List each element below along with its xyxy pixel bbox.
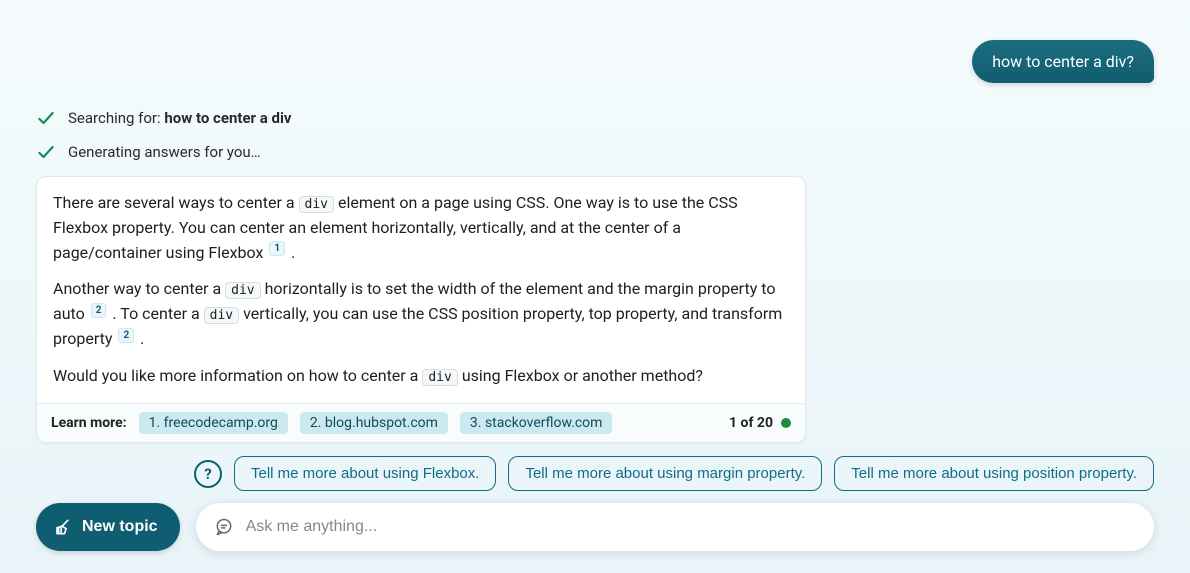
answer-text: There are several ways to center a	[53, 193, 299, 212]
suggestion-row: ? Tell me more about using Flexbox. Tell…	[0, 456, 1190, 491]
status-generating: Generating answers for you…	[36, 142, 1154, 162]
code-div: div	[422, 369, 457, 386]
help-icon[interactable]: ?	[194, 460, 222, 488]
status-searching: Searching for: how to center a div	[36, 108, 1154, 128]
user-message-bubble: how to center a div?	[972, 40, 1154, 83]
answer-body: There are several ways to center a div e…	[37, 177, 805, 403]
answer-text: Would you like more information on how t…	[53, 366, 422, 385]
code-div: div	[204, 307, 239, 324]
searching-query: how to center a div	[164, 109, 291, 127]
answer-paragraph-1: There are several ways to center a div e…	[53, 191, 789, 265]
status-generating-label: Generating answers for you…	[68, 143, 261, 161]
searching-prefix: Searching for:	[68, 109, 164, 127]
answer-card: There are several ways to center a div e…	[36, 176, 806, 443]
chat-icon	[214, 517, 234, 537]
bottom-bar: New topic	[36, 503, 1154, 551]
citation-1[interactable]: 1	[269, 241, 285, 256]
status-dot-icon	[781, 418, 791, 428]
source-link-2[interactable]: 2. blog.hubspot.com	[300, 412, 448, 434]
code-div: div	[299, 196, 334, 213]
status-searching-label: Searching for: how to center a div	[68, 109, 292, 127]
check-icon	[36, 142, 56, 162]
suggestion-3[interactable]: Tell me more about using position proper…	[834, 456, 1154, 491]
answer-text: .	[136, 329, 144, 348]
ask-box[interactable]	[196, 503, 1154, 551]
answer-text: using Flexbox or another method?	[458, 366, 703, 385]
code-div: div	[225, 282, 260, 299]
answer-text: Another way to center a	[53, 279, 225, 298]
answer-paragraph-3: Would you like more information on how t…	[53, 364, 789, 389]
counter-text: 1 of 20	[729, 415, 773, 431]
citation-2[interactable]: 2	[91, 303, 107, 318]
check-icon	[36, 108, 56, 128]
broom-icon	[52, 517, 72, 537]
citation-2[interactable]: 2	[118, 328, 134, 343]
source-link-1[interactable]: 1. freecodecamp.org	[139, 412, 288, 434]
answer-paragraph-2: Another way to center a div horizontally…	[53, 277, 789, 351]
answer-text: . To center a	[108, 304, 203, 323]
new-topic-label: New topic	[82, 518, 158, 536]
answer-counter: 1 of 20	[729, 415, 791, 431]
suggestion-2[interactable]: Tell me more about using margin property…	[508, 456, 822, 491]
user-message-text: how to center a div?	[992, 52, 1134, 71]
answer-text: .	[287, 243, 295, 262]
ask-input[interactable]	[246, 518, 1136, 536]
learn-more-label: Learn more:	[51, 415, 127, 431]
new-topic-button[interactable]: New topic	[36, 503, 180, 551]
answer-footer: Learn more: 1. freecodecamp.org 2. blog.…	[37, 403, 805, 442]
help-glyph: ?	[204, 465, 211, 483]
status-block: Searching for: how to center a div Gener…	[36, 108, 1154, 162]
suggestion-1[interactable]: Tell me more about using Flexbox.	[234, 456, 496, 491]
source-link-3[interactable]: 3. stackoverflow.com	[460, 412, 613, 434]
